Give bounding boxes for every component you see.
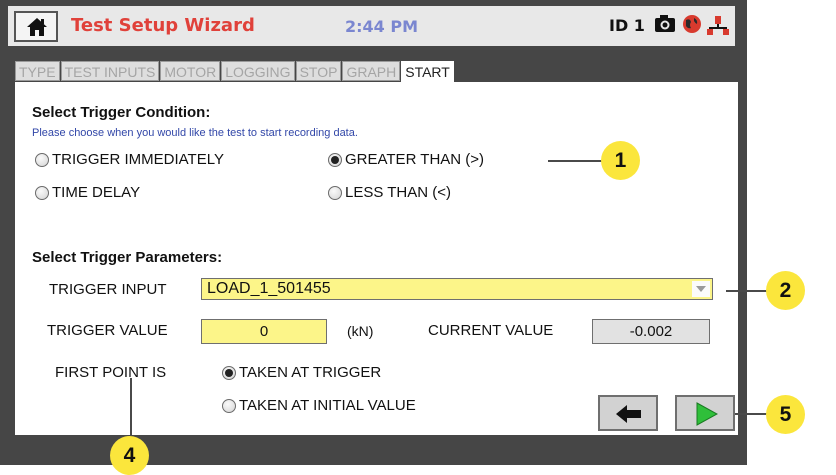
- next-button[interactable]: [675, 395, 735, 431]
- callout-leader: [130, 378, 132, 444]
- trigger-condition-hint: Please choose when you would like the te…: [32, 127, 358, 139]
- device-frame: Test Setup Wizard 2:44 PM ID 1 TYPE TEST…: [0, 0, 747, 465]
- radio-label: TIME DELAY: [52, 184, 141, 201]
- radio-label: LESS THAN (<): [345, 184, 452, 201]
- clock: 2:44 PM: [345, 17, 419, 36]
- globe-icon[interactable]: [682, 14, 702, 34]
- trigger-input-value: LOAD_1_501455: [207, 280, 331, 297]
- radio-less-than[interactable]: LESS THAN (<): [328, 184, 451, 201]
- tab-logging[interactable]: LOGGING: [221, 61, 295, 81]
- current-value-readout: -0.002: [592, 319, 710, 344]
- trigger-value-input[interactable]: 0: [201, 319, 327, 344]
- radio-taken-at-trigger[interactable]: TAKEN AT TRIGGER: [222, 364, 381, 381]
- callout-badge: 4: [110, 436, 149, 475]
- radio-dot: [328, 185, 342, 200]
- play-icon: [696, 402, 718, 426]
- camera-icon[interactable]: [654, 14, 676, 34]
- first-point-label: FIRST POINT IS: [55, 364, 167, 381]
- radio-taken-at-initial-value[interactable]: TAKEN AT INITIAL VALUE: [222, 397, 416, 414]
- tab-type[interactable]: TYPE: [15, 61, 60, 81]
- radio-greater-than[interactable]: GREATER THAN (>): [328, 151, 484, 168]
- current-value-label: CURRENT VALUE: [428, 322, 554, 339]
- arrow-left-icon: [616, 405, 641, 423]
- tab-start[interactable]: START: [401, 61, 454, 83]
- title-bar: Test Setup Wizard 2:44 PM ID 1: [8, 6, 735, 46]
- back-button[interactable]: [598, 395, 658, 431]
- tab-stop[interactable]: STOP: [295, 61, 342, 81]
- home-button[interactable]: [14, 11, 58, 42]
- trigger-condition-heading: Select Trigger Condition:: [32, 104, 211, 121]
- tab-bar: TYPE TEST INPUTS MOTOR LOGGING STOP GRAP…: [15, 61, 455, 83]
- network-icon[interactable]: [706, 14, 730, 36]
- trigger-input-select[interactable]: LOAD_1_501455: [201, 278, 713, 300]
- radio-label: TAKEN AT INITIAL VALUE: [239, 397, 416, 414]
- radio-dot: [222, 398, 236, 413]
- callout-badge: 1: [601, 141, 640, 180]
- start-panel: Select Trigger Condition: Please choose …: [15, 82, 738, 435]
- radio-dot: [35, 185, 49, 200]
- radio-trigger-immediately[interactable]: TRIGGER IMMEDIATELY: [35, 151, 224, 168]
- callout-badge: 5: [766, 395, 805, 434]
- trigger-parameters-heading: Select Trigger Parameters:: [32, 249, 223, 266]
- machine-id: ID 1: [609, 16, 645, 35]
- radio-time-delay[interactable]: TIME DELAY: [35, 184, 140, 201]
- radio-label: TAKEN AT TRIGGER: [239, 364, 382, 381]
- radio-label: TRIGGER IMMEDIATELY: [52, 151, 224, 168]
- callout-badge: 2: [766, 271, 805, 310]
- trigger-input-label: TRIGGER INPUT: [49, 281, 167, 298]
- tab-motor[interactable]: MOTOR: [160, 61, 221, 81]
- radio-dot-selected: [222, 365, 236, 380]
- callout-leader: [726, 290, 770, 292]
- window-title: Test Setup Wizard: [71, 15, 255, 36]
- trigger-value-unit: (kN): [347, 323, 374, 339]
- radio-dot: [35, 152, 49, 167]
- home-icon: [27, 18, 47, 36]
- radio-dot-selected: [328, 152, 342, 167]
- trigger-value-label: TRIGGER VALUE: [47, 322, 168, 339]
- tab-graph[interactable]: GRAPH: [342, 61, 401, 81]
- tab-test-inputs[interactable]: TEST INPUTS: [60, 61, 160, 81]
- chevron-down-icon[interactable]: [692, 281, 710, 297]
- radio-label: GREATER THAN (>): [345, 151, 485, 168]
